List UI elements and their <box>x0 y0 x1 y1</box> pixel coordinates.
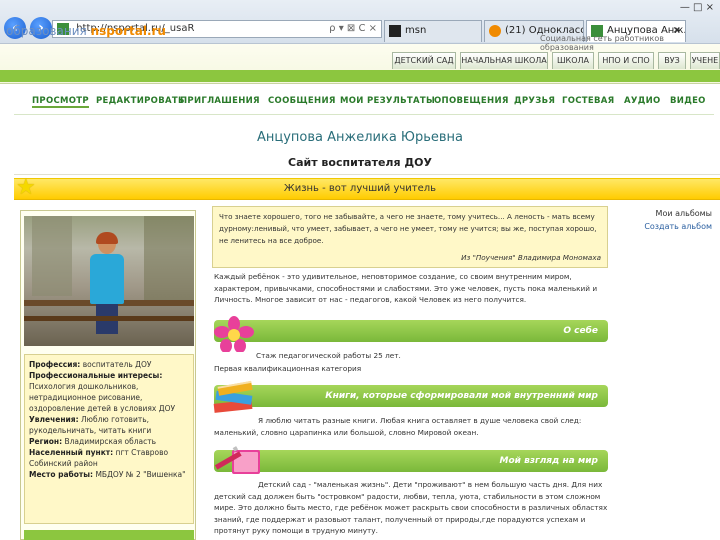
quote-text: Что знаете хорошего, того не забывайте, … <box>219 212 597 245</box>
info-hobbies: Увлечения: Люблю готовить, рукодельничат… <box>29 414 189 436</box>
info-value: Психология дошкольников, нетрадиционное … <box>29 382 176 413</box>
info-label: Населенный пункт: <box>29 448 114 457</box>
info-label: Увлечения: <box>29 415 79 424</box>
logo-brand: nsportal.ru <box>90 24 166 38</box>
profile-info-box: Профессия: воспитатель ДОУ Профессиональ… <box>24 354 194 524</box>
photo-tree <box>144 216 194 306</box>
section-tab-primary-school[interactable]: НАЧАЛЬНАЯ ШКОЛА <box>460 52 548 69</box>
nav-messages[interactable]: СООБЩЕНИЯ <box>268 96 336 106</box>
info-work: Место работы: МБДОУ № 2 "Вишенка" <box>29 469 189 480</box>
info-label: Профессия: <box>29 360 81 369</box>
books-paragraph: Я люблю читать разные книги. Любая книга… <box>214 416 582 437</box>
motto-text: Жизнь - вот лучший учитель <box>283 183 437 194</box>
odnoklassniki-favicon-icon <box>489 25 501 37</box>
window-controls[interactable]: — □ × <box>680 2 714 13</box>
nav-guestbook[interactable]: ГОСТЕВАЯ <box>562 96 615 106</box>
section-tab-school[interactable]: ШКОЛА <box>552 52 594 69</box>
page-root: { "browser": { "address_url": "http://ns… <box>0 0 720 540</box>
tab-msn[interactable]: msn <box>384 20 482 42</box>
info-value: МБДОУ № 2 "Вишенка" <box>95 470 186 479</box>
nav-view[interactable]: ПРОСМОТР <box>32 96 89 108</box>
worldview-paragraph: Детский сад - "маленькая жизнь". Дети "п… <box>214 480 608 535</box>
header-green-band <box>0 70 720 82</box>
nav-my-results[interactable]: МОИ РЕЗУЛЬТАТЫ <box>340 96 435 106</box>
nav-edit[interactable]: РЕДАКТИРОВАТЬ <box>96 96 185 106</box>
tab-label: msn <box>405 25 427 36</box>
msn-favicon-icon <box>389 25 401 37</box>
section-bar-about: О себе <box>214 320 608 342</box>
section-tab-kindergarten[interactable]: ДЕТСКИЙ САД <box>392 52 456 69</box>
about-experience: Стаж педагогической работы 25 лет. <box>256 351 401 360</box>
about-category: Первая квалификационная категория <box>214 364 362 373</box>
quote-author: Из "Поучения" Владимира Мономаха <box>461 253 601 262</box>
nav-friends[interactable]: ДРУЗЬЯ <box>514 96 555 106</box>
profile-nav: ПРОСМОТР РЕДАКТИРОВАТЬ ПРИГЛАШЕНИЯ СООБЩ… <box>14 96 714 114</box>
section-tab-vuz[interactable]: ВУЗ <box>658 52 686 69</box>
info-interests: Профессиональные интересы: Психология до… <box>29 370 189 414</box>
section-bar-books: Книги, которые сформировали мой внутренн… <box>214 385 608 407</box>
info-label: Регион: <box>29 437 63 446</box>
nav-audio[interactable]: АУДИО <box>624 96 661 106</box>
section-bar-worldview: Мой взгляд на мир <box>214 450 608 472</box>
section-tab-npo-spo[interactable]: НПО И СПО <box>598 52 654 69</box>
nav-invitations[interactable]: ПРИГЛАШЕНИЯ <box>180 96 260 106</box>
books-icon <box>213 380 253 413</box>
info-city: Населенный пункт: пгт Ставрово Собинский… <box>29 447 189 469</box>
logo-prefix: образования <box>6 24 87 38</box>
nav-divider <box>14 114 714 115</box>
nav-video[interactable]: ВИДЕО <box>670 96 706 106</box>
info-value: Владимирская область <box>64 437 157 446</box>
info-profession: Профессия: воспитатель ДОУ <box>29 359 189 370</box>
intro-paragraph: Каждый ребёнок - это удивительное, непов… <box>214 272 598 304</box>
quote-box: Что знаете хорошего, того не забывайте, … <box>212 206 608 268</box>
profile-photo[interactable] <box>24 216 194 346</box>
photo-person-body <box>90 254 124 304</box>
art-supplies-icon <box>214 446 260 474</box>
create-album-link[interactable]: Создать альбом <box>640 222 712 231</box>
photo-railing <box>24 316 194 321</box>
info-label: Профессиональные интересы: <box>29 371 163 380</box>
nav-notifications[interactable]: ОПОВЕЩЕНИЯ <box>434 96 509 106</box>
site-title: Сайт воспитателя ДОУ <box>288 156 432 169</box>
section-tab-more[interactable]: УЧЕНЕ <box>690 52 720 69</box>
info-region: Регион: Владимирская область <box>29 436 189 447</box>
photo-tree <box>32 216 72 296</box>
site-logo[interactable]: образования nsportal.ru <box>6 24 166 38</box>
left-green-bar <box>24 530 194 540</box>
info-label: Место работы: <box>29 470 94 479</box>
info-value: воспитатель ДОУ <box>82 360 152 369</box>
profile-name: Анцупова Анжелика Юрьевна <box>256 130 464 145</box>
title-divider <box>14 174 720 175</box>
photo-person-hair <box>96 232 118 244</box>
flower-icon <box>214 316 254 352</box>
site-slogan: Социальная сеть работников образования <box>540 34 664 52</box>
my-albums-heading: Мои альбомы <box>655 209 712 218</box>
address-controls[interactable]: ρ ▾ ⊠ C × <box>329 21 377 37</box>
